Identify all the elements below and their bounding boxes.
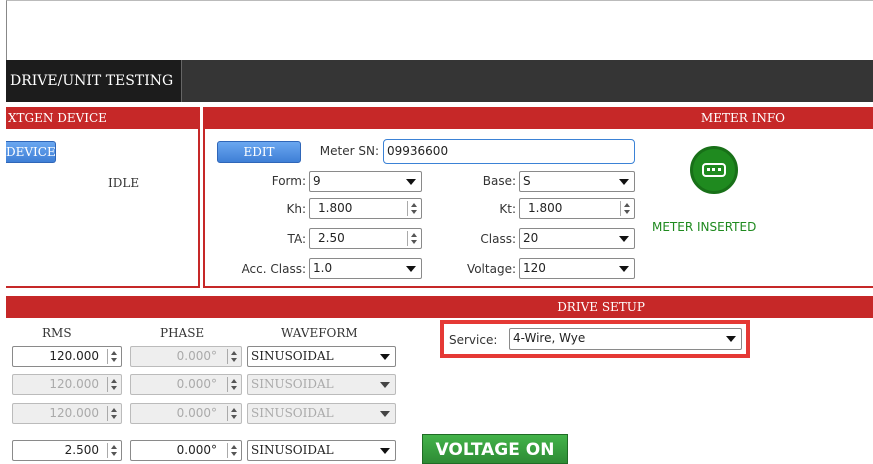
edit-button[interactable]: EDIT	[217, 141, 301, 163]
spinner-icon	[227, 406, 239, 421]
rms-column-header: RMS	[42, 326, 72, 340]
acc-class-select[interactable]: 1.0	[309, 258, 422, 279]
chevron-down-icon	[619, 236, 629, 242]
ta-value: 2.50	[318, 231, 345, 245]
waveform-value: SINUSOIDAL	[251, 377, 334, 391]
phase-value: 0.000°	[176, 377, 217, 391]
waveform-select[interactable]: SINUSOIDAL	[247, 440, 396, 461]
voltage-select[interactable]: 120	[519, 258, 635, 279]
waveform-value: SINUSOIDAL	[251, 443, 334, 457]
chevron-down-icon	[619, 179, 629, 185]
drive-setup-title: DRIVE SETUP	[6, 296, 873, 318]
rms-input[interactable]: 120.000	[12, 346, 122, 367]
kt-input[interactable]: 1.800	[519, 198, 635, 219]
tab-drive-unit-testing[interactable]: DRIVE/UNIT TESTING	[6, 60, 182, 102]
kh-value: 1.800	[318, 201, 353, 215]
rms-value: 120.000	[49, 406, 99, 420]
chevron-down-icon	[619, 266, 629, 272]
spinner-icon[interactable]	[227, 443, 239, 458]
class-value: 20	[523, 231, 539, 245]
acc-class-label: Acc. Class:	[241, 262, 306, 276]
meter-info-title: METER INFO	[203, 107, 873, 129]
spinner-icon[interactable]	[407, 231, 419, 246]
form-value: 9	[313, 174, 321, 188]
voltage-value: 120	[523, 261, 546, 275]
chevron-down-icon	[380, 382, 390, 388]
meter-status-text: METER INSERTED	[652, 220, 757, 234]
xtgen-device-panel	[6, 107, 200, 288]
form-label: Form:	[271, 174, 306, 188]
spinner-icon	[107, 377, 119, 392]
service-value: 4-Wire, Wye	[513, 331, 586, 345]
xtgen-device-title: XTGEN DEVICE	[6, 107, 200, 129]
chevron-down-icon	[380, 411, 390, 417]
meter-sn-label: Meter SN:	[319, 144, 379, 158]
phase-value: 0.000°	[176, 443, 217, 457]
spinner-icon[interactable]	[107, 349, 119, 364]
chevron-down-icon	[406, 266, 416, 272]
spinner-icon[interactable]	[407, 201, 419, 216]
voltage-on-button[interactable]: VOLTAGE ON	[422, 434, 568, 464]
phase-value: 0.000°	[176, 349, 217, 363]
chevron-down-icon	[380, 354, 390, 360]
voltage-label: Voltage:	[466, 262, 516, 276]
phase-input: 0.000°	[130, 403, 242, 424]
service-select[interactable]: 4-Wire, Wye	[509, 328, 742, 350]
base-select[interactable]: S	[519, 171, 635, 192]
rms-input: 120.000	[12, 374, 122, 395]
rms-value: 2.500	[64, 443, 99, 457]
class-label: Class:	[480, 232, 516, 246]
rms-value: 120.000	[49, 377, 99, 391]
base-value: S	[523, 174, 531, 188]
phase-input[interactable]: 0.000°	[130, 440, 242, 461]
device-button[interactable]: DEVICE	[6, 141, 56, 163]
rms-value: 120.000	[49, 349, 99, 363]
waveform-value: SINUSOIDAL	[251, 406, 334, 420]
window-top-area	[6, 0, 873, 60]
base-label: Base:	[482, 174, 516, 188]
spinner-icon	[107, 406, 119, 421]
form-select[interactable]: 9	[309, 171, 422, 192]
spinner-icon	[227, 377, 239, 392]
phase-input: 0.000°	[130, 346, 242, 367]
chevron-down-icon	[726, 336, 736, 342]
rms-input[interactable]: 2.500	[12, 440, 122, 461]
phase-column-header: PHASE	[160, 326, 205, 340]
spinner-icon[interactable]	[620, 201, 632, 216]
ta-label: TA:	[287, 232, 306, 246]
phase-value: 0.000°	[176, 406, 217, 420]
waveform-column-header: WAVEFORM	[281, 326, 358, 340]
spinner-icon	[227, 349, 239, 364]
waveform-select: SINUSOIDAL	[247, 374, 396, 395]
rms-input: 120.000	[12, 403, 122, 424]
class-select[interactable]: 20	[519, 228, 635, 249]
service-label: Service:	[449, 333, 498, 347]
kh-label: Kh:	[286, 202, 306, 216]
kt-value: 1.800	[528, 201, 563, 215]
spinner-icon[interactable]	[107, 443, 119, 458]
device-status: IDLE	[108, 176, 140, 190]
chevron-down-icon	[380, 448, 390, 454]
chevron-down-icon	[406, 179, 416, 185]
kh-input[interactable]: 1.800	[309, 198, 422, 219]
acc-class-value: 1.0	[313, 261, 333, 275]
ta-input[interactable]: 2.50	[309, 228, 422, 249]
kt-label: Kt:	[499, 202, 516, 216]
meter-icon	[690, 146, 738, 194]
waveform-select: SINUSOIDAL	[247, 403, 396, 424]
waveform-select[interactable]: SINUSOIDAL	[247, 346, 396, 367]
waveform-value: SINUSOIDAL	[251, 349, 334, 363]
phase-input: 0.000°	[130, 374, 242, 395]
meter-sn-input[interactable]: 09936600	[383, 139, 635, 164]
